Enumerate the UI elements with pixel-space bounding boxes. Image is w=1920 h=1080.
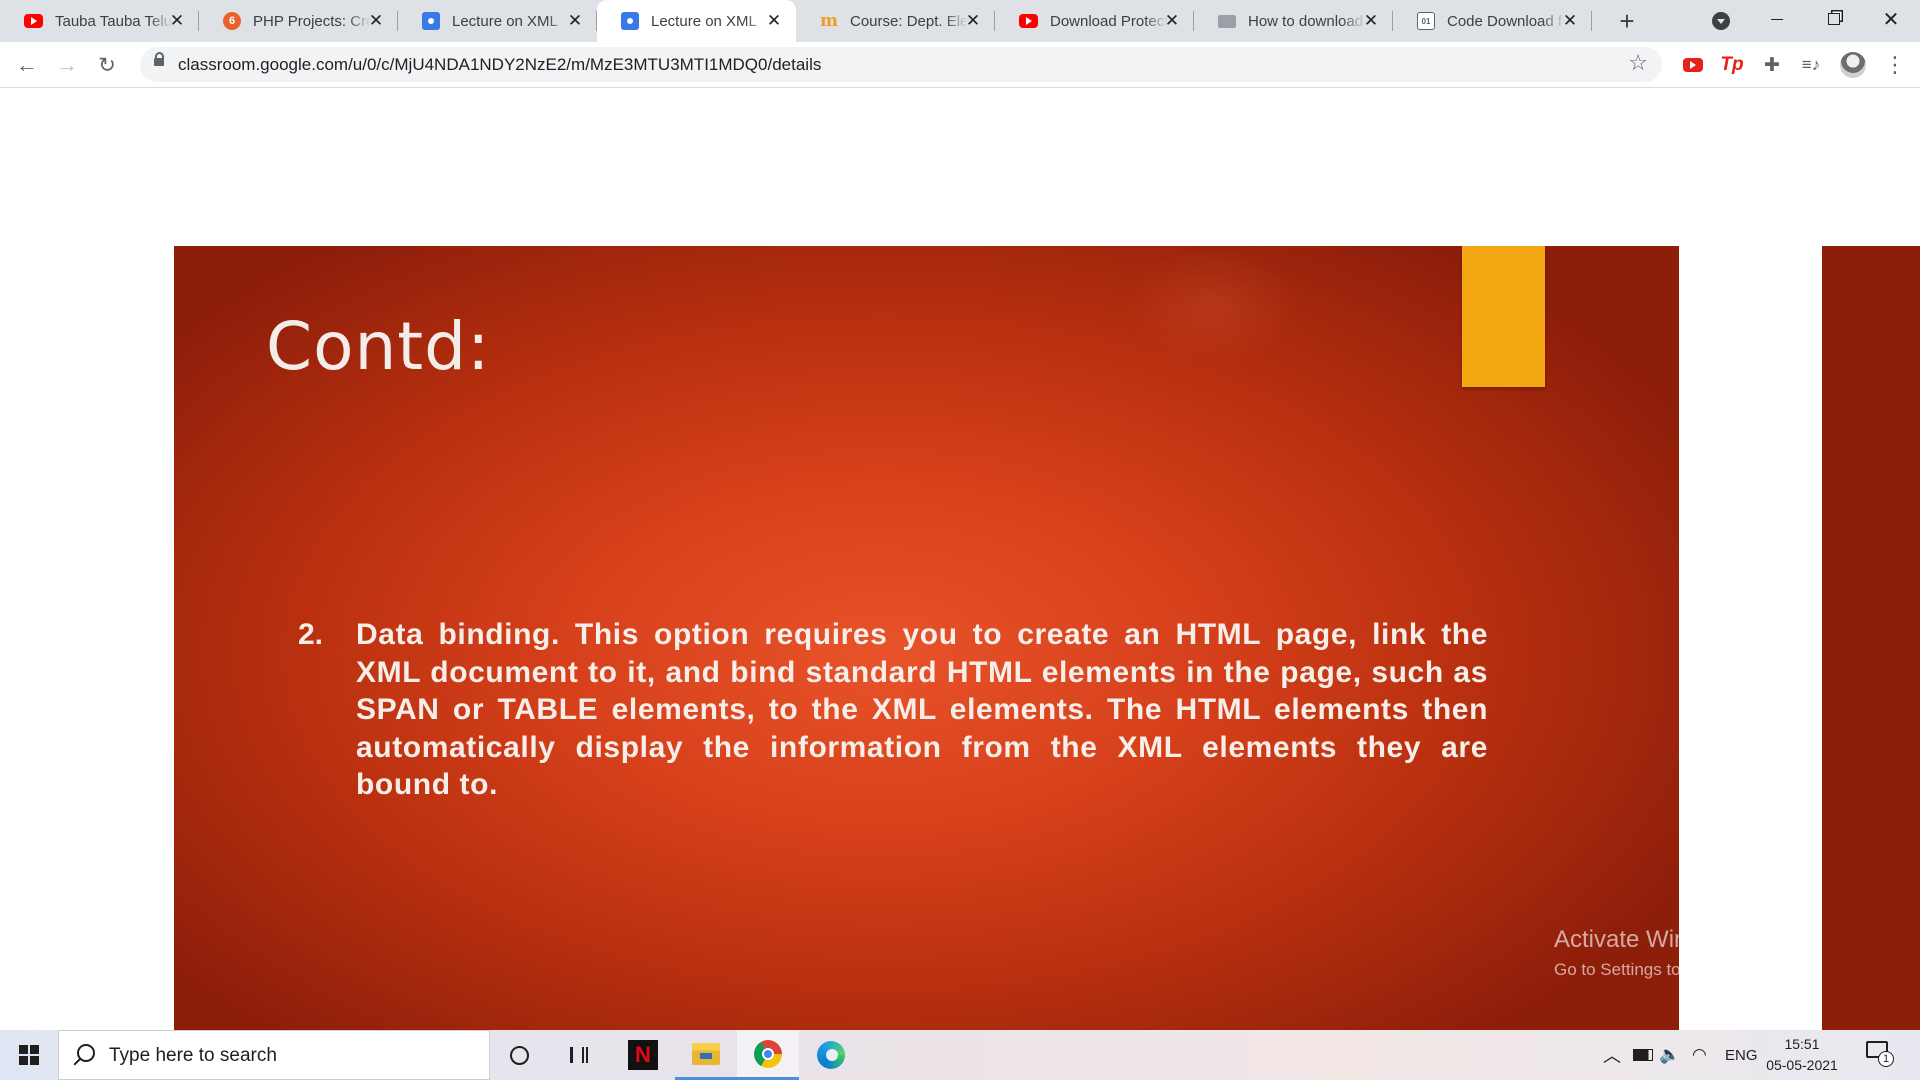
tab-title: Download Protected (1050, 12, 1168, 30)
tab-title: How to download (1248, 12, 1364, 30)
php-icon: 6 (223, 12, 241, 30)
presentation-slide: Contd: 2. Data binding. This option requ… (174, 246, 1679, 1030)
edge-app-button[interactable] (800, 1030, 862, 1080)
google-classroom-icon (621, 12, 639, 30)
tab-title: Code Download f (1447, 12, 1563, 30)
media-control-icon[interactable]: ≡♪ (1800, 54, 1822, 76)
tab-course-dept[interactable]: m Course: Dept. Electronics ✕ (796, 0, 995, 42)
file-explorer-button[interactable] (675, 1030, 737, 1080)
tab-lecture-xml-1[interactable]: Lecture on XML ✕ (398, 0, 597, 42)
tab-title: Course: Dept. Electronics (850, 12, 968, 30)
tp-extension-icon[interactable]: Tp (1720, 54, 1743, 76)
cortana-icon (509, 1045, 529, 1065)
tab-youtube-tauba[interactable]: Tauba Tauba Telugu ✕ (0, 0, 199, 42)
close-window-button[interactable]: ✕ (1864, 0, 1918, 38)
wifi-icon[interactable]: ◠ (1692, 1030, 1707, 1080)
tab-search-icon[interactable] (1712, 12, 1730, 30)
tab-title: Tauba Tauba Telugu (55, 12, 173, 30)
restore-icon (1828, 13, 1840, 25)
activate-windows-subtitle: Go to Settings to activate Windows. (1554, 960, 1823, 979)
google-classroom-icon (422, 12, 440, 30)
battery-icon[interactable] (1633, 1030, 1653, 1080)
tab-code-download[interactable]: 01 Code Download f ✕ (1393, 0, 1592, 42)
extensions-puzzle-icon[interactable]: ✚ (1761, 54, 1783, 76)
slide-title: Contd: (266, 308, 491, 385)
close-tab-icon[interactable]: ✕ (167, 11, 187, 31)
close-tab-icon[interactable]: ✕ (565, 11, 585, 31)
activate-windows-title: Activate Windows (1554, 926, 1744, 953)
close-tab-icon[interactable]: ✕ (963, 11, 983, 31)
restore-button[interactable] (1807, 0, 1861, 38)
page-content: Contd: 2. Data binding. This option requ… (0, 88, 1920, 1030)
tab-php-projects[interactable]: 6 PHP Projects: Create ✕ (199, 0, 398, 42)
tab-lecture-xml-active[interactable]: Lecture on XML ✕ (597, 0, 796, 42)
browser-menu-icon[interactable]: ⋮ (1884, 52, 1906, 78)
netflix-icon: N (628, 1040, 658, 1070)
clock-time: 15:51 (1784, 1036, 1820, 1052)
browser-toolbar: ← → ↻ classroom.google.com/u/0/c/MjU4NDA… (0, 42, 1920, 88)
close-tab-icon[interactable]: ✕ (1361, 11, 1381, 31)
close-tab-icon[interactable]: ✕ (1162, 11, 1182, 31)
youtube-icon (24, 14, 43, 28)
bookmark-star-icon[interactable]: ☆ (1628, 50, 1648, 76)
tab-title: PHP Projects: Create (253, 12, 371, 30)
tab-how-to-download[interactable]: How to download ✕ (1194, 0, 1393, 42)
chrome-icon (754, 1039, 782, 1068)
windows-taskbar: Type here to search N ︿ 🔈 ◠ ENG 15:51 05… (0, 1030, 1920, 1080)
file-explorer-icon (692, 1042, 720, 1065)
forward-button[interactable]: → (52, 50, 82, 80)
start-button[interactable] (0, 1030, 58, 1080)
volume-icon[interactable]: 🔈 (1659, 1030, 1680, 1080)
tab-title: Lecture on XML (452, 12, 558, 30)
netflix-app-button[interactable]: N (612, 1030, 674, 1080)
notification-count: 1 (1878, 1051, 1894, 1067)
edge-icon (817, 1041, 845, 1069)
taskbar-search-box[interactable]: Type here to search (58, 1030, 490, 1080)
slide-accent-bar (1462, 246, 1545, 387)
language-indicator[interactable]: ENG (1725, 1030, 1758, 1080)
windows-logo-icon (19, 1045, 39, 1065)
tab-strip: Tauba Tauba Telugu ✕ 6 PHP Projects: Cre… (0, 0, 1920, 42)
system-clock[interactable]: 15:51 05-05-2021 (1766, 1034, 1838, 1076)
task-view-icon (570, 1047, 588, 1063)
code-icon: 01 (1417, 12, 1435, 30)
url-text[interactable]: classroom.google.com/u/0/c/MjU4NDA1NDY2N… (178, 55, 821, 75)
lock-icon[interactable] (154, 52, 164, 66)
close-tab-icon[interactable]: ✕ (1560, 11, 1580, 31)
cortana-button[interactable] (488, 1030, 550, 1080)
youtube-extension-icon[interactable] (1682, 54, 1704, 76)
list-item-text: Data binding. This option requires you t… (356, 618, 1488, 801)
next-slide-preview[interactable] (1822, 246, 1920, 1030)
minimize-icon (1771, 18, 1783, 20)
show-hidden-icons-chevron-icon[interactable]: ︿ (1603, 1030, 1621, 1080)
clock-date: 05-05-2021 (1766, 1057, 1838, 1073)
new-tab-button[interactable]: + (1612, 6, 1642, 37)
reload-button[interactable]: ↻ (92, 50, 122, 80)
address-bar[interactable]: classroom.google.com/u/0/c/MjU4NDA1NDY2N… (140, 47, 1662, 82)
minimize-button[interactable] (1750, 0, 1804, 38)
close-tab-icon[interactable]: ✕ (764, 11, 784, 31)
youtube-icon (1019, 14, 1038, 28)
back-button[interactable]: ← (12, 50, 42, 80)
task-view-button[interactable] (548, 1030, 610, 1080)
profile-avatar[interactable] (1840, 52, 1866, 78)
search-placeholder: Type here to search (109, 1045, 277, 1066)
list-item-number: 2. (298, 618, 324, 651)
search-icon (77, 1044, 95, 1062)
tab-title: Lecture on XML (651, 12, 757, 30)
action-center-button[interactable]: 1 (1866, 1041, 1894, 1067)
moodle-icon: m (820, 11, 838, 31)
chrome-app-button[interactable] (737, 1030, 799, 1080)
image-icon (1218, 14, 1236, 28)
close-tab-icon[interactable]: ✕ (366, 11, 386, 31)
tab-download-protected[interactable]: Download Protected ✕ (995, 0, 1194, 42)
